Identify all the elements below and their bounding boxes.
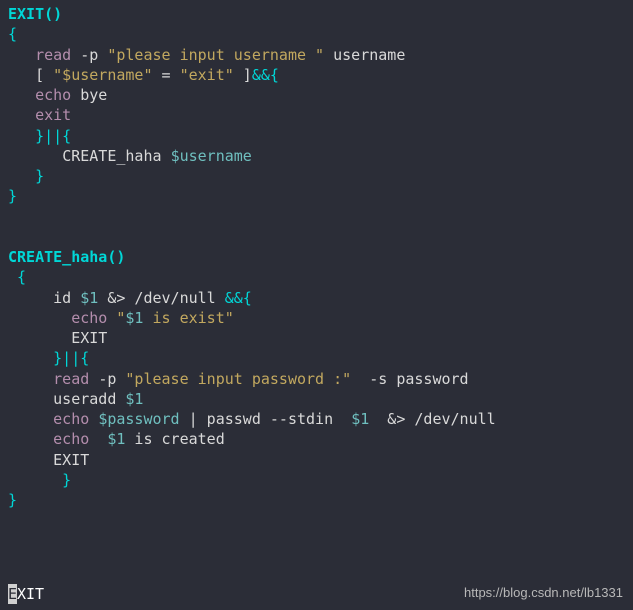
call-create-haha: CREATE_haha	[62, 147, 170, 165]
flag-p: -p	[80, 46, 98, 64]
text-is-created: is created	[125, 430, 224, 448]
function-name-create: CREATE_haha()	[8, 248, 125, 266]
brace-close-inner: }	[35, 167, 44, 185]
string-is-exist: is exist"	[143, 309, 233, 327]
var-arg1-useradd: $1	[125, 390, 143, 408]
string-username-prompt: "please input username "	[107, 46, 324, 64]
var-username-ref: $username	[171, 147, 252, 165]
text-after-cursor: XIT	[17, 585, 44, 603]
var-arg1-passwd: $1	[351, 410, 369, 428]
string-password-prompt: "please input password :"	[125, 370, 351, 388]
redirect-devnull: &> /dev/null	[98, 289, 224, 307]
keyword-read: read	[35, 46, 71, 64]
cmd-id: id	[53, 289, 80, 307]
brace-close-2: }	[8, 491, 17, 509]
call-exit: EXIT	[71, 329, 107, 347]
var-arg1-in-str: $1	[125, 309, 143, 327]
keyword-echo-4: echo	[53, 430, 107, 448]
keyword-echo: echo	[35, 86, 71, 104]
brace-close-inner-2: }	[53, 471, 71, 489]
cmd-useradd: useradd	[53, 390, 125, 408]
var-arg1-created: $1	[107, 430, 125, 448]
and-brace: &&{	[252, 66, 279, 84]
var-username: "$username"	[53, 66, 152, 84]
keyword-echo-2: echo	[71, 309, 116, 327]
function-name-exit: EXIT()	[8, 5, 62, 23]
text-bye: bye	[71, 86, 107, 104]
cursor-line: EXIT	[8, 584, 44, 604]
and-brace-2: &&{	[225, 289, 252, 307]
or-brace: }||{	[35, 127, 71, 145]
bracket-open: [	[35, 66, 53, 84]
redirect-devnull-2: &> /dev/null	[369, 410, 495, 428]
string-exit: "exit"	[180, 66, 234, 84]
brace-open: {	[8, 25, 17, 43]
flag-p-2: -p	[98, 370, 116, 388]
keyword-echo-3: echo	[53, 410, 98, 428]
watermark: https://blog.csdn.net/lb1331	[464, 584, 623, 602]
pipe-passwd: | passwd --stdin	[180, 410, 352, 428]
call-exit-2: EXIT	[53, 451, 89, 469]
var-arg1: $1	[80, 289, 98, 307]
code-editor[interactable]: EXIT() { read -p "please input username …	[8, 4, 625, 510]
bracket-close: ]	[234, 66, 252, 84]
keyword-exit: exit	[35, 106, 71, 124]
text-cursor: E	[8, 584, 17, 604]
flag-s-password: -s password	[351, 370, 468, 388]
var-password: $password	[98, 410, 179, 428]
keyword-read-2: read	[53, 370, 89, 388]
arg-username: username	[324, 46, 405, 64]
equals: =	[153, 66, 180, 84]
brace-close: }	[8, 187, 17, 205]
brace-open-2: {	[8, 268, 26, 286]
or-brace-2: }||{	[53, 349, 89, 367]
